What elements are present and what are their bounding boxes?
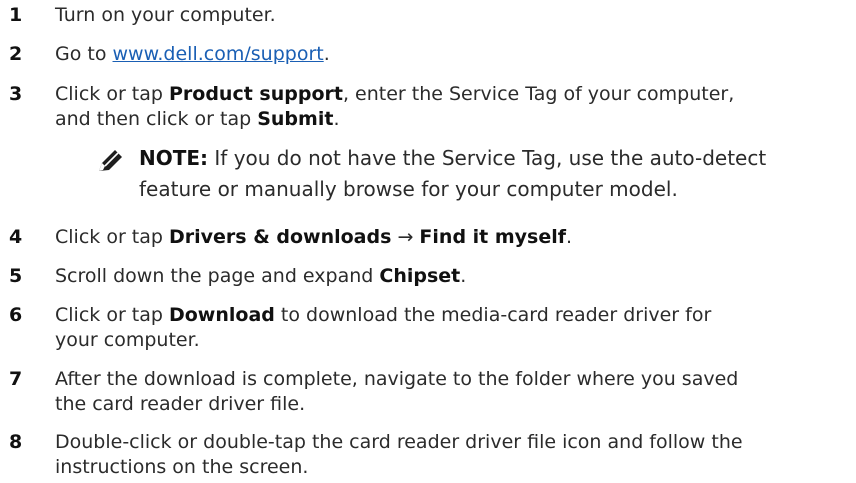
step-number: 4	[9, 226, 23, 248]
step-6-text-c: your computer.	[55, 329, 200, 351]
step-8-line-2: instructions on the screen.	[55, 456, 309, 478]
step-4-text-a: Click or tap	[55, 226, 169, 248]
note-block: NOTE: If you do not have the Service Tag…	[97, 143, 797, 203]
note-text: NOTE: If you do not have the Service Tag…	[139, 143, 779, 205]
step-1-text: Turn on your computer.	[55, 4, 276, 26]
chipset-label: Chipset	[379, 265, 461, 287]
step-5-text-a: Scroll down the page and expand	[55, 265, 380, 287]
step-4-text-b: .	[566, 226, 573, 248]
step-number: 5	[9, 265, 23, 287]
note-pencil-icon	[97, 149, 123, 173]
step-text: Turn on your computer.	[55, 3, 815, 28]
step-text: Click or tap Drivers & downloads → Find …	[55, 225, 815, 250]
step-number: 8	[9, 431, 23, 453]
download-label: Download	[168, 304, 275, 326]
step-8-line-1: Double-click or double-tap the card read…	[55, 431, 743, 453]
submit-label: Submit	[257, 108, 334, 130]
step-text: Click or tap Product support, enter the …	[55, 82, 815, 132]
step-number: 2	[9, 43, 23, 65]
step-2-prefix: Go to	[55, 43, 113, 65]
step-2-suffix: .	[323, 43, 330, 65]
step-text: Scroll down the page and expand Chipset.	[55, 264, 815, 289]
product-support-label: Product support	[168, 83, 343, 105]
drivers-downloads-label: Drivers & downloads	[168, 226, 392, 248]
step-number: 1	[9, 4, 23, 26]
step-text: Double-click or double-tap the card read…	[55, 430, 815, 480]
step-7-line-2: the card reader driver file.	[55, 393, 306, 415]
step-6-text-b: to download the media-card reader driver…	[274, 304, 712, 326]
step-3-text-a: Click or tap	[55, 83, 169, 105]
instructions-page: 1 Turn on your computer. 2 Go to www.del…	[0, 0, 856, 483]
step-5-text-b: .	[460, 265, 467, 287]
step-text: Click or tap Download to download the me…	[55, 303, 815, 353]
note-line-2: feature or manually browse for your comp…	[139, 177, 678, 201]
step-6-text-a: Click or tap	[55, 304, 169, 326]
step-3-text-d: .	[333, 108, 340, 130]
step-number: 3	[9, 83, 23, 105]
find-it-myself-label: Find it myself	[419, 226, 567, 248]
step-3-text-b: , enter the Service Tag of your computer…	[342, 83, 735, 105]
step-3-text-c: and then click or tap	[55, 108, 258, 130]
note-label: NOTE:	[139, 146, 209, 170]
support-link[interactable]: www.dell.com/support	[113, 43, 324, 65]
note-line-1: If you do not have the Service Tag, use …	[208, 146, 767, 170]
step-number: 7	[9, 368, 23, 390]
arrow-separator: →	[391, 226, 420, 248]
step-text: Go to www.dell.com/support.	[55, 42, 815, 67]
step-7-line-1: After the download is complete, navigate…	[55, 368, 739, 390]
step-text: After the download is complete, navigate…	[55, 367, 815, 417]
step-number: 6	[9, 304, 23, 326]
